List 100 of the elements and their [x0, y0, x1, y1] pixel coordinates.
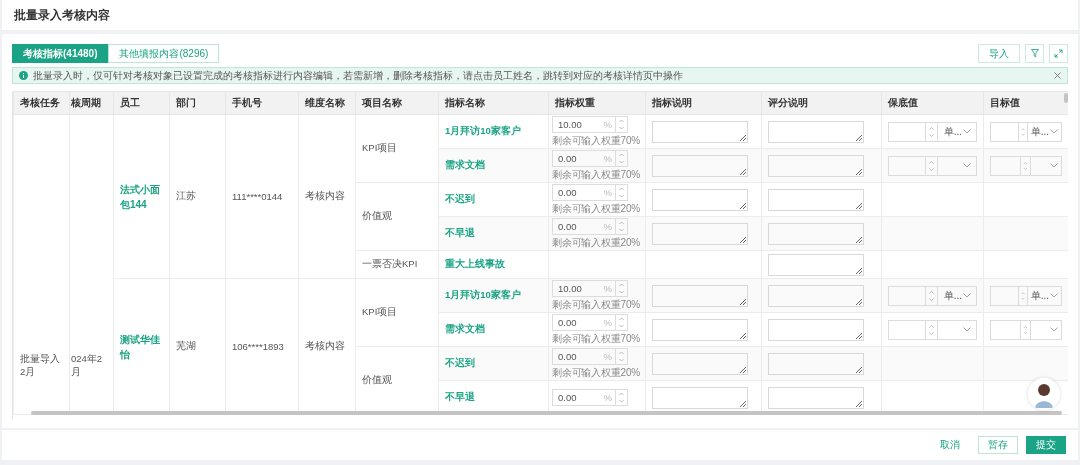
- resize-handle-icon[interactable]: [739, 133, 746, 141]
- description-field[interactable]: [652, 386, 748, 409]
- vertical-scrollbar[interactable]: [1064, 93, 1068, 103]
- resize-handle-icon[interactable]: [855, 331, 862, 339]
- period-cell: 024年2月: [71, 353, 103, 377]
- target-field[interactable]: 单...: [990, 285, 1062, 306]
- description-field[interactable]: [652, 318, 748, 341]
- scoring-field[interactable]: [768, 154, 864, 177]
- info-icon: [19, 71, 28, 80]
- floor-field[interactable]: 单...: [888, 121, 977, 142]
- indicator-name: 不迟到: [445, 357, 475, 368]
- assistant-avatar[interactable]: [1028, 378, 1060, 410]
- weight-field[interactable]: 0.00 %: [552, 149, 628, 167]
- weight-hint: 剩余可输入权重70%: [552, 297, 641, 312]
- weight-hint: 剩余可输入权重70%: [552, 133, 641, 148]
- target-field[interactable]: [990, 319, 1062, 340]
- weight-field[interactable]: 0.00 %: [552, 183, 628, 201]
- department-cell: 芜湖: [176, 340, 196, 351]
- description-field[interactable]: [652, 352, 748, 375]
- column-header: 指标说明: [652, 97, 692, 108]
- scoring-field[interactable]: [768, 386, 864, 409]
- description-field[interactable]: [652, 188, 748, 211]
- resize-handle-icon[interactable]: [739, 365, 746, 373]
- close-icon[interactable]: [1054, 72, 1061, 79]
- fullscreen-button[interactable]: [1049, 44, 1068, 63]
- spinner-icon[interactable]: [925, 320, 938, 339]
- column-header: 指标名称: [445, 97, 485, 108]
- scoring-field[interactable]: [768, 120, 864, 143]
- indicator-name: 1月拜访10家客户: [445, 289, 521, 300]
- weight-field[interactable]: 0.00 %: [552, 217, 628, 235]
- spinner-icon[interactable]: [925, 286, 938, 305]
- resize-handle-icon[interactable]: [855, 266, 862, 274]
- resize-handle-icon[interactable]: [739, 235, 746, 243]
- floor-field[interactable]: 单...: [888, 285, 977, 306]
- scoring-field[interactable]: [768, 352, 864, 375]
- description-field[interactable]: [652, 154, 748, 177]
- indicator-name: 1月拜访10家客户: [445, 125, 521, 136]
- resize-handle-icon[interactable]: [739, 297, 746, 305]
- description-field[interactable]: [652, 222, 748, 245]
- column-header: 项目名称: [362, 97, 402, 108]
- spinner-icon[interactable]: [1020, 156, 1031, 175]
- resize-handle-icon[interactable]: [855, 167, 862, 175]
- resize-handle-icon[interactable]: [739, 167, 746, 175]
- task-cell: 批量导入2月: [20, 353, 60, 377]
- resize-handle-icon[interactable]: [855, 201, 862, 209]
- page-title: 批量录入考核内容: [14, 6, 110, 24]
- horizontal-scrollbar[interactable]: [31, 411, 1062, 415]
- resize-handle-icon[interactable]: [855, 297, 862, 305]
- scoring-field[interactable]: [768, 253, 864, 276]
- floor-field[interactable]: [888, 155, 977, 176]
- resize-handle-icon[interactable]: [855, 133, 862, 141]
- spinner-icon[interactable]: [1020, 320, 1031, 339]
- weight-field[interactable]: 10.00 %: [552, 115, 628, 133]
- spinner-icon[interactable]: [615, 184, 627, 200]
- resize-handle-icon[interactable]: [855, 365, 862, 373]
- spinner-icon[interactable]: [1017, 286, 1028, 305]
- description-field[interactable]: [652, 120, 748, 143]
- project-cell: 价值观: [362, 374, 392, 385]
- spinner-icon[interactable]: [925, 156, 938, 175]
- scoring-field[interactable]: [768, 284, 864, 307]
- target-field[interactable]: 单...: [990, 121, 1062, 142]
- target-field[interactable]: [990, 155, 1062, 176]
- floor-field[interactable]: [888, 319, 977, 340]
- resize-handle-icon[interactable]: [739, 399, 746, 407]
- scoring-field[interactable]: [768, 222, 864, 245]
- spinner-icon[interactable]: [615, 218, 627, 234]
- spinner-icon[interactable]: [615, 314, 627, 330]
- project-cell: KPI项目: [362, 142, 398, 153]
- spinner-icon[interactable]: [1017, 122, 1028, 141]
- description-field[interactable]: [652, 284, 748, 307]
- phone-cell: 111****0144: [232, 191, 283, 202]
- weight-field[interactable]: 10.00 %: [552, 279, 628, 297]
- weight-field[interactable]: 0.00 %: [552, 389, 628, 406]
- filter-icon: [1030, 49, 1039, 58]
- spinner-icon[interactable]: [615, 116, 627, 132]
- unit-select[interactable]: 单...: [938, 286, 974, 305]
- unit-select[interactable]: 单...: [938, 122, 974, 141]
- weight-hint: 剩余可输入权重20%: [552, 365, 641, 380]
- weight-hint: 剩余可输入权重20%: [552, 235, 641, 250]
- weight-field[interactable]: 0.00 %: [552, 347, 628, 365]
- scoring-field[interactable]: [768, 318, 864, 341]
- spinner-icon[interactable]: [615, 280, 627, 296]
- expand-icon: [1054, 49, 1063, 58]
- resize-handle-icon[interactable]: [855, 399, 862, 407]
- resize-handle-icon[interactable]: [855, 235, 862, 243]
- caret-icon: [963, 163, 971, 168]
- scoring-field[interactable]: [768, 188, 864, 211]
- column-header: 部门: [176, 97, 196, 108]
- caret-icon: [963, 129, 971, 134]
- project-cell: KPI项目: [362, 306, 398, 317]
- column-header: 评分说明: [768, 97, 808, 108]
- weight-field[interactable]: 0.00 %: [552, 313, 628, 331]
- indicator-name: 不早退: [445, 391, 475, 402]
- spinner-icon[interactable]: [615, 390, 627, 405]
- resize-handle-icon[interactable]: [739, 331, 746, 339]
- resize-handle-icon[interactable]: [739, 201, 746, 209]
- spinner-icon[interactable]: [925, 122, 938, 141]
- spinner-icon[interactable]: [615, 150, 627, 166]
- spinner-icon[interactable]: [615, 348, 627, 364]
- filter-button[interactable]: [1025, 44, 1044, 63]
